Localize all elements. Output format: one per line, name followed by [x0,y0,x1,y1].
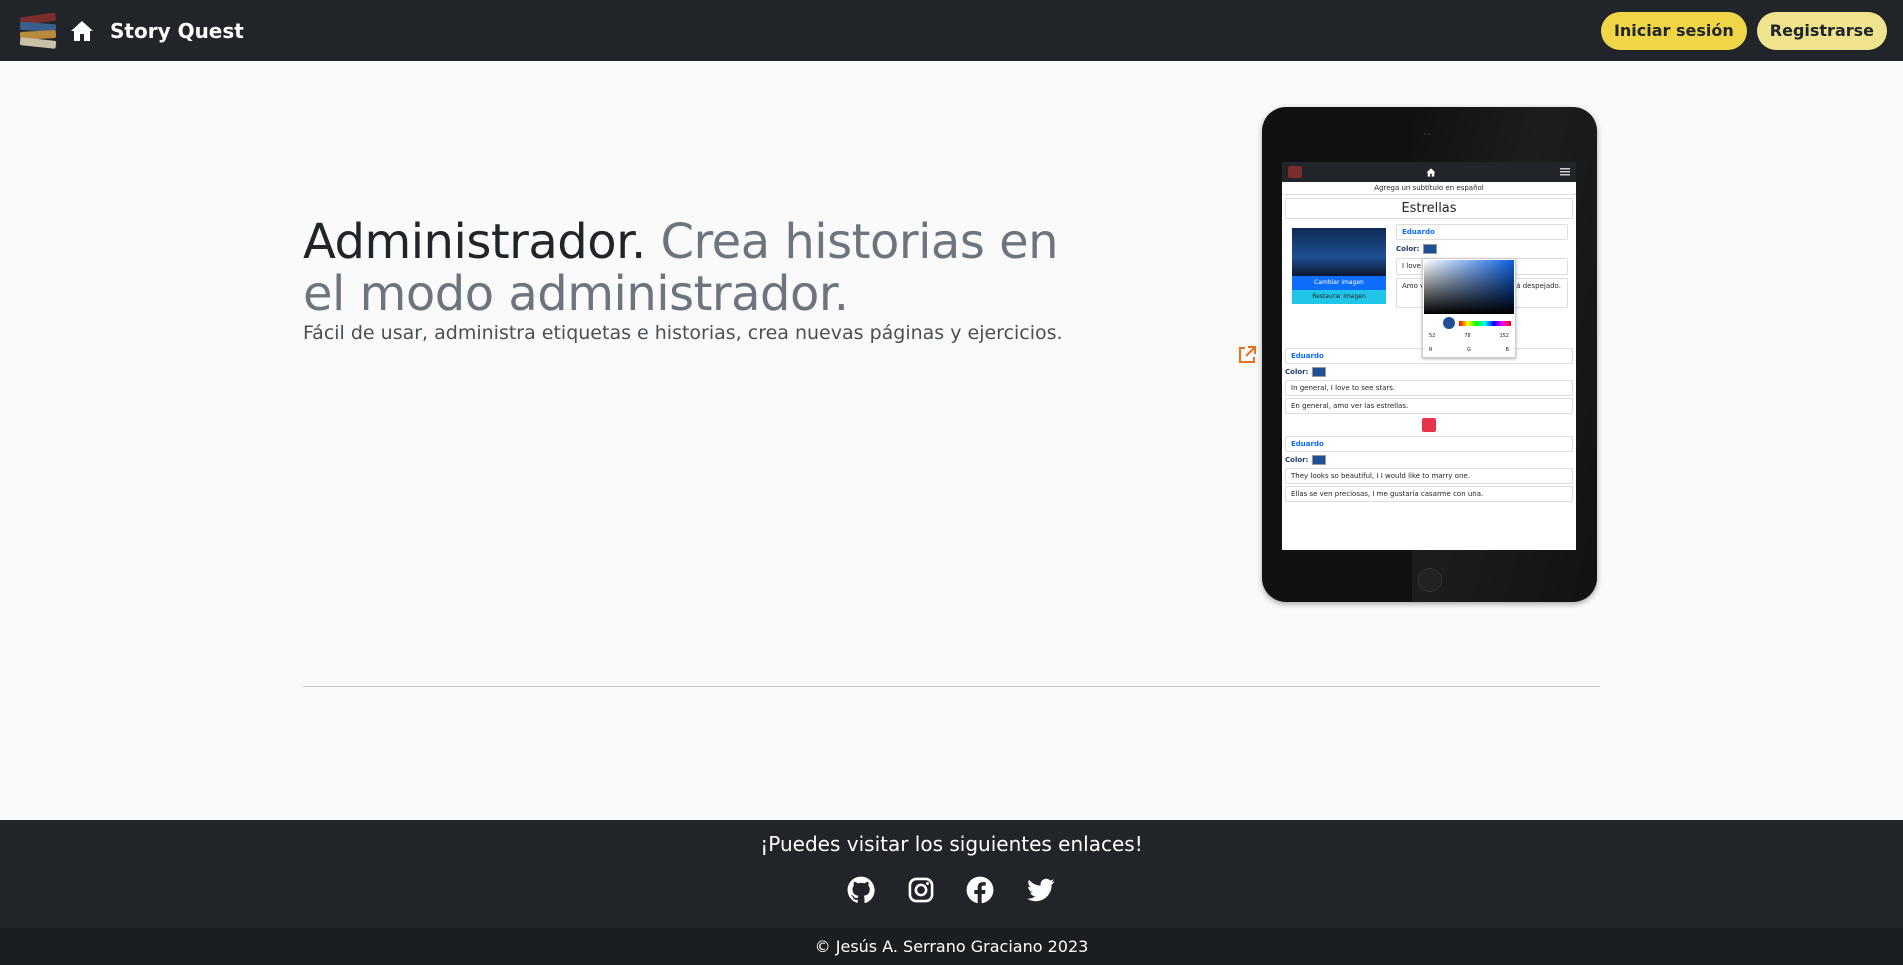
home-icon[interactable] [70,19,94,43]
block-2: Eduardo Color: In general, I love to see… [1282,348,1576,432]
color-picker: 52 78 152 R G B [1422,258,1516,358]
screen-logo-icon [1288,166,1302,178]
block-2-color: Color: [1285,367,1573,377]
github-icon[interactable] [847,876,875,904]
tablet-screen: Agrega un subtítulo en español Estrellas… [1282,162,1576,550]
section-divider [303,686,1600,687]
hue-slider [1459,321,1511,326]
trash-icon [1422,418,1436,432]
copyright: © Jesús A. Serrano Graciano 2023 [0,928,1903,965]
restore-image-button: Restaurar imagen [1292,290,1386,304]
block-1-color: Color: [1396,244,1568,254]
register-button[interactable]: Registrarse [1756,11,1887,50]
block-3-name: Eduardo [1285,436,1573,452]
subtitle-placeholder: Agrega un subtítulo en español [1282,182,1576,195]
rgb-labels: R G B [1429,347,1509,353]
color-picker-area [1424,260,1514,314]
change-image-button: Cambiar imagen [1292,276,1386,290]
hero-title-strong: Administrador. [303,214,646,270]
block-1-name: Eduardo [1396,224,1568,240]
rgb-values: 52 78 152 [1429,333,1509,339]
block-3-text-es: Ellas se ven preciosas, I me gustaría ca… [1285,486,1573,502]
footer: ¡Puedes visitar los siguientes enlaces! [0,820,1903,928]
screen-menu-icon [1560,168,1570,176]
story-image [1292,228,1386,276]
hero-lead: Fácil de usar, administra etiquetas e hi… [303,322,1063,344]
block-3-color: Color: [1285,455,1573,465]
block-2-text-en: In general, I love to see stars. [1285,380,1573,396]
brand-title[interactable]: Story Quest [110,19,244,43]
block-1: Cambiar imagen Restaurar imagen Eduardo … [1282,222,1576,358]
footer-links-text: ¡Puedes visitar los siguientes enlaces! [760,832,1143,856]
books-logo-icon[interactable] [16,11,60,51]
block-3-text-en: They looks so beautiful, I I would like … [1285,468,1573,484]
block-3: Eduardo Color: They looks so beautiful, … [1282,436,1576,502]
story-title: Estrellas [1285,198,1573,219]
hero-title: Administrador. Crea historias en el modo… [303,216,1063,320]
navbar: Story Quest Iniciar sesión Registrarse [0,0,1903,61]
camera-icon [1424,133,1430,135]
auth-buttons: Iniciar sesión Registrarse [1600,11,1887,50]
block-2-text-es: En general, amo ver las estrellas. [1285,398,1573,414]
screen-navbar [1282,162,1576,182]
facebook-icon[interactable] [966,876,994,904]
twitter-icon[interactable] [1027,876,1055,904]
screen-home-icon [1426,167,1436,177]
instagram-icon[interactable] [907,876,935,904]
login-button[interactable]: Iniciar sesión [1600,11,1747,50]
external-link-icon[interactable] [1237,345,1257,365]
tablet-home-button [1418,568,1442,592]
tablet-mockup: Agrega un subtítulo en español Estrellas… [1262,107,1597,602]
color-preview [1443,317,1455,329]
